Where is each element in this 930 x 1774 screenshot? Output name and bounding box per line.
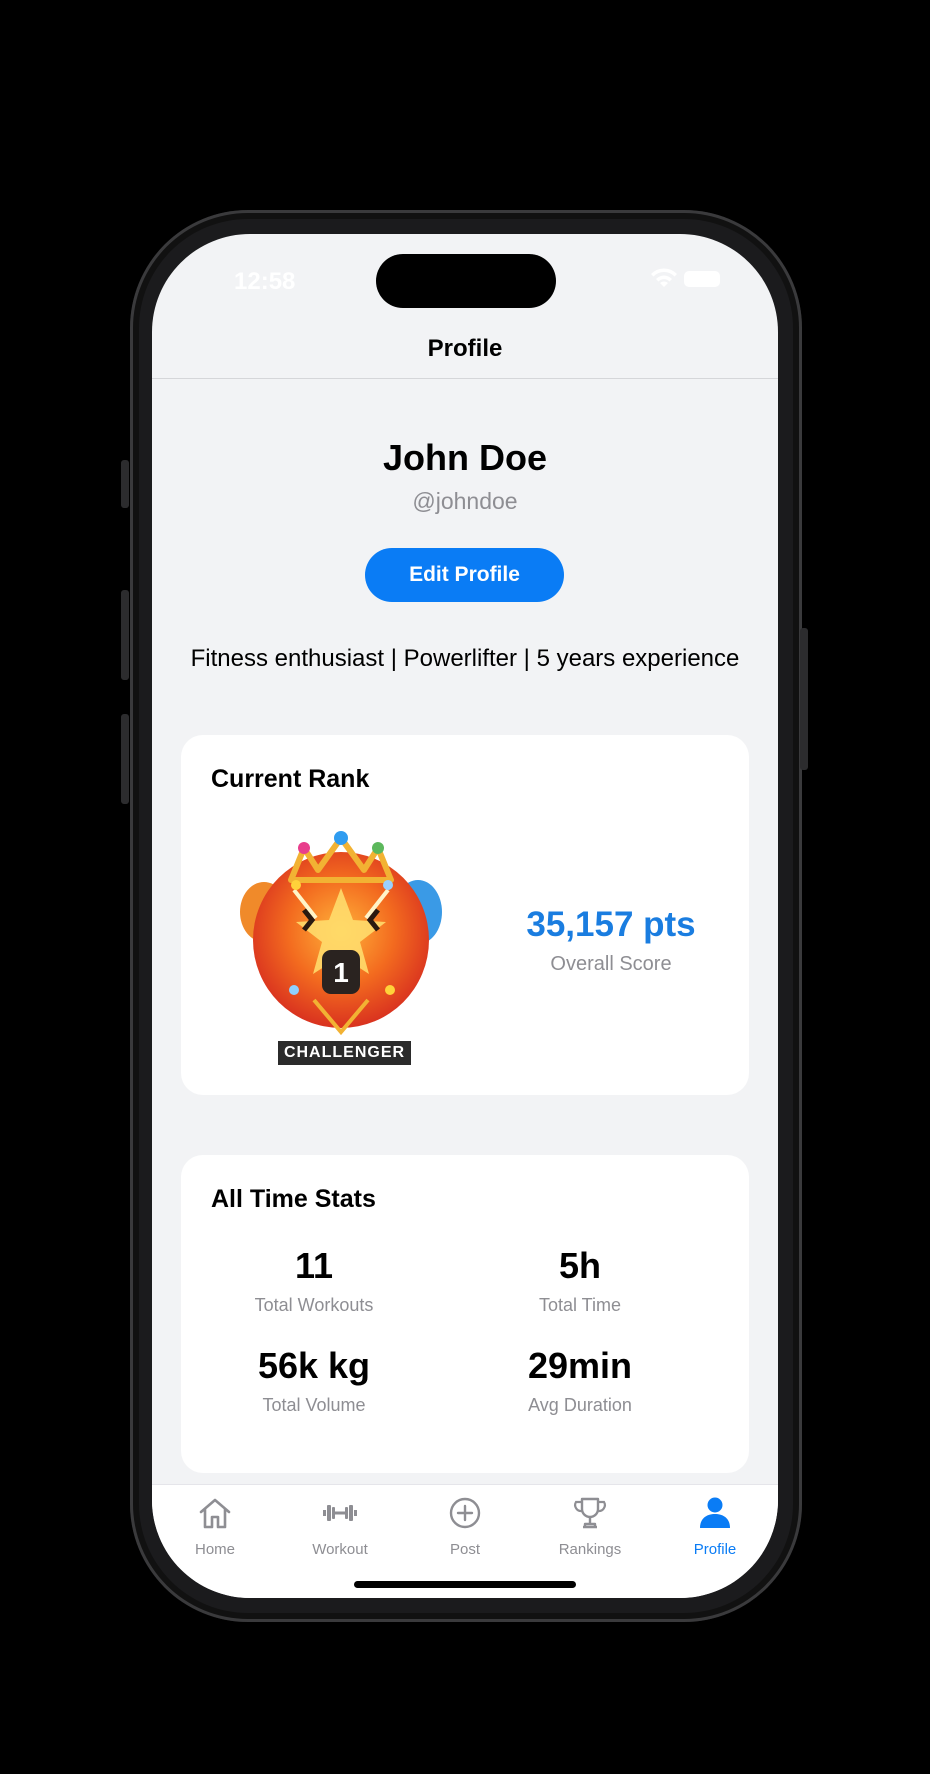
badge-number: 1 (333, 957, 349, 988)
tab-home[interactable]: Home (160, 1493, 270, 1558)
all-time-stats-card: All Time Stats 11 Total Workouts 5h Tota… (181, 1155, 749, 1473)
power-button (800, 628, 808, 770)
stat-avg-duration: 29min Avg Duration (480, 1345, 680, 1416)
stat-label: Total Time (538, 1295, 622, 1315)
battery-icon (684, 271, 720, 287)
challenger-badge-icon: 1 (240, 831, 442, 1036)
tab-label: Rankings (558, 1541, 622, 1558)
tab-label: Home (194, 1541, 235, 1558)
tab-workout[interactable]: Workout (285, 1493, 395, 1558)
score-label: Overall Score (550, 953, 672, 975)
stat-label: Avg Duration (528, 1395, 632, 1415)
volume-up-button (121, 590, 129, 680)
profile-name: John Doe (382, 437, 547, 478)
mute-switch (121, 460, 129, 508)
home-icon (199, 1498, 231, 1529)
tab-post[interactable]: Post (410, 1493, 520, 1558)
tab-label: Workout (312, 1541, 368, 1558)
edit-profile-button[interactable]: Edit Profile (365, 548, 564, 602)
trophy-icon (574, 1497, 606, 1529)
stats-card-title: All Time Stats (211, 1185, 376, 1213)
page-title: Profile (427, 335, 503, 362)
stat-label: Total Workouts (254, 1295, 374, 1315)
nav-bar: Profile (152, 320, 778, 379)
screen: 12:58 Profile John Doe @johndoe Edit Pro… (152, 234, 778, 1598)
dumbbell-icon (323, 1505, 357, 1521)
stat-label: Total Volume (262, 1395, 366, 1415)
person-icon (700, 1497, 730, 1528)
stat-total-time: 5h Total Time (480, 1245, 680, 1316)
stat-value: 56k kg (257, 1345, 371, 1386)
wifi-icon (651, 268, 677, 287)
tab-rankings[interactable]: Rankings (535, 1493, 645, 1558)
score-points: 35,157 pts (526, 905, 696, 944)
plus-circle-icon (449, 1497, 481, 1529)
profile-bio: Fitness enthusiast | Powerlifter | 5 yea… (190, 645, 740, 672)
rank-badge-label: CHALLENGER (278, 1041, 411, 1065)
status-bar: 12:58 (152, 234, 778, 308)
tab-bar: Home Workout Post Rankings Profile (152, 1484, 778, 1598)
stat-total-workouts: 11 Total Workouts (214, 1245, 414, 1316)
overall-score: 35,157 pts Overall Score (511, 905, 711, 976)
tab-profile[interactable]: Profile (660, 1493, 770, 1558)
stat-value: 29min (527, 1345, 633, 1386)
status-time: 12:58 (234, 268, 296, 295)
rank-card-title: Current Rank (211, 765, 370, 793)
tab-label: Profile (693, 1541, 737, 1558)
home-indicator[interactable] (354, 1581, 576, 1588)
volume-down-button (121, 714, 129, 804)
tab-label: Post (449, 1541, 480, 1558)
dynamic-island (376, 254, 556, 308)
current-rank-card: Current Rank 1 CHALLENGER 35,157 pts Ove… (181, 735, 749, 1095)
stat-value: 5h (558, 1245, 601, 1286)
stat-value: 11 (294, 1245, 334, 1286)
profile-handle: @johndoe (412, 488, 518, 514)
stat-total-volume: 56k kg Total Volume (214, 1345, 414, 1416)
